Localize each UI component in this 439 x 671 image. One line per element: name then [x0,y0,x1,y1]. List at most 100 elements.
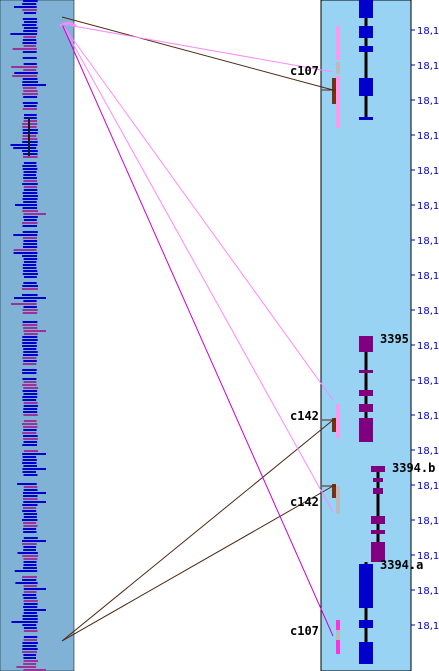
overview-stripe [23,402,38,404]
overview-stripe [23,561,37,563]
overview-stripe [13,147,37,149]
overview-stripe [23,282,37,284]
axis-tick-label: 18,14 [417,236,439,247]
overview-stripe [23,246,38,248]
overview-stripe [22,618,38,620]
overview-stripe [22,93,38,95]
contig-label-c107-bottom[interactable]: c107 [290,624,319,638]
overview-stripe [23,330,46,332]
overview-stripe [22,165,37,167]
overview-stripe [23,660,38,662]
overview-stripe [15,204,38,206]
overview-stripe [22,342,37,344]
overview-stripe [22,207,38,209]
overview-stripe [23,546,37,548]
overview-stripe [22,264,37,266]
overview-stripe [22,321,38,323]
overview-stripe [23,612,37,614]
overview-stripe [23,414,38,416]
overview-stripe [22,519,38,521]
contig-label-c107-top[interactable]: c107 [290,64,319,78]
overview-stripe [22,345,37,347]
gene-exon [359,390,373,396]
overview-stripe [22,84,46,86]
overview-stripe [22,651,37,653]
overview-stripe [23,351,38,353]
overview-stripe [22,132,38,134]
overview-stripe [22,183,38,185]
axis-tick-label: 18,14 [417,61,439,72]
overview-stripe [22,579,37,581]
gene-label-3394-b[interactable]: 3394.b [392,461,435,475]
overview-stripe [23,489,38,491]
overview-stripe [22,510,37,512]
gene-exon [359,0,373,18]
overview-stripe [23,300,37,302]
overview-stripe [22,624,37,626]
overview-stripe [22,192,38,194]
overview-stripe [22,288,38,290]
synteny-viewer: c107 c142 c142 c107 3395 3394.b 3394.a 1… [0,0,439,671]
gene-exon [359,404,373,412]
overview-stripe [23,186,38,188]
axis-tick-label: 18,14 [417,201,439,212]
overview-stripe [23,153,38,155]
contig-segment [336,76,340,128]
overview-stripe [22,369,37,371]
overview-stripe [22,225,37,227]
overview-stripe [22,540,46,542]
gene-exon [373,478,383,482]
overview-stripe [22,336,38,338]
overview-stripe [23,522,37,524]
overview-stripe [23,531,37,533]
contig-label-c142-lower[interactable]: c142 [290,495,319,509]
gene-label-3395[interactable]: 3395 [380,332,409,346]
overview-stripe [23,558,38,560]
axis-tick-label: 18,14 [417,411,439,422]
overview-stripe [23,606,38,608]
overview-stripe [23,567,37,569]
contig-label-c142-upper[interactable]: c142 [290,409,319,423]
overview-stripe [23,465,37,467]
overview-stripe [14,6,37,8]
overview-stripe [22,645,37,647]
overview-stripe [22,444,37,446]
axis-tick-label: 18,14 [417,446,439,457]
overview-stripe [23,0,38,2]
overview-stripe [22,504,38,506]
overview-stripe [23,243,38,245]
overview-stripe [23,516,37,518]
overview-stripe [23,486,38,488]
overview-stripe [22,468,46,470]
overview-stripe [23,105,37,107]
overview-stripe [23,90,38,92]
gene-exon [359,564,373,608]
gene-exon [359,117,373,120]
gene-exon [371,466,385,472]
axis-tick-label: 18,13 [417,621,439,632]
synteny-link-line [61,419,334,642]
synteny-link-line [61,23,334,401]
coordinate-axis: 18,14 18,14 18,14 18,14 18,14 18,14 18,14 18,14… [411,26,439,632]
overview-stripe [23,360,37,362]
overview-stripe [22,237,37,239]
overview-stripe [14,72,38,74]
overview-stripe [22,210,38,212]
gene-exon [359,418,373,442]
gene-exon [359,642,373,664]
gene-exon [371,516,385,524]
overview-stripe [22,594,37,596]
gene-exon [359,370,373,373]
overview-stripe [23,27,38,29]
overview-stripe [23,585,37,587]
overview-stripe [22,453,46,455]
overview-stripe [23,450,38,452]
overview-stripe [22,384,37,386]
overview-stripe [23,513,38,515]
overview-stripe [24,333,38,335]
synteny-links [59,16,334,642]
overview-stripe [23,261,37,263]
overview-stripe [23,405,38,407]
overview-stripe [23,408,38,410]
overview-stripe [24,21,38,23]
